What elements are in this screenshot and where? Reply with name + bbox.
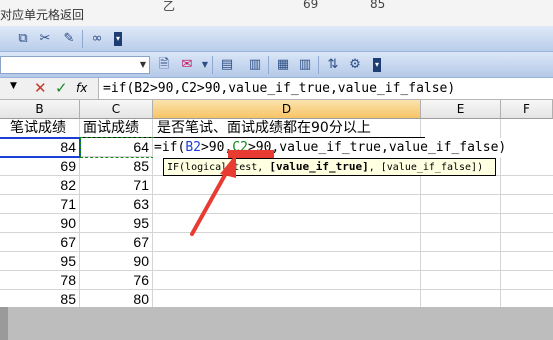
table-cell-b[interactable]: 85 xyxy=(0,290,79,307)
formatting-toolbar: ▼ 🗎 ✉ ▼ ▤ ▥ ▦ ▥ ⇅ ⚙ ▾ xyxy=(0,52,553,78)
table-cell-c[interactable]: 90 xyxy=(80,252,152,270)
annotation-arrow-icon xyxy=(190,154,236,236)
standard-toolbar: ⧉ ✂ ✎ ∞ ▾ xyxy=(0,26,553,52)
chart-icon[interactable]: ✎ xyxy=(60,30,78,48)
cancel-icon[interactable]: ✕ xyxy=(34,79,47,97)
name-box-dropdown-icon[interactable]: ▼ xyxy=(10,81,17,91)
table-cell-b[interactable]: 82 xyxy=(0,176,79,194)
table-cell-b[interactable]: 69 xyxy=(0,157,79,175)
format-painter-icon[interactable]: ✂ xyxy=(36,30,54,48)
reference-b2-highlight xyxy=(0,137,81,158)
copy-icon[interactable]: ⧉ xyxy=(14,30,32,48)
font-combo[interactable]: ▼ xyxy=(0,56,150,74)
list-icon[interactable]: ▤ xyxy=(218,56,236,74)
border-icon[interactable]: ▥ xyxy=(246,56,264,74)
table-cell-c[interactable]: 95 xyxy=(80,214,152,232)
column-header-e[interactable]: E xyxy=(421,100,501,119)
tools-icon[interactable]: ⚙ xyxy=(346,56,364,74)
sort-icon[interactable]: ⇅ xyxy=(324,56,342,74)
toolbar-options-icon[interactable]: ▾ xyxy=(114,32,122,46)
tooltip-current-arg[interactable]: [value_if_true] xyxy=(269,160,368,173)
table-cell-b[interactable]: 71 xyxy=(0,195,79,213)
enter-icon[interactable]: ✓ xyxy=(55,79,68,97)
table-cell-c[interactable]: 76 xyxy=(80,271,152,289)
align-icon[interactable]: ▦ xyxy=(274,56,292,74)
tooltip-suffix[interactable]: , [value_if_false]) xyxy=(369,162,483,173)
font-combo-arrow-icon[interactable]: ▼ xyxy=(137,57,149,73)
insert-function-icon[interactable]: fx xyxy=(76,81,87,95)
table-cell-b[interactable]: 67 xyxy=(0,233,79,251)
table-cell-c[interactable]: 63 xyxy=(80,195,152,213)
column-header-b[interactable]: B xyxy=(0,100,80,119)
column-header-c[interactable]: C xyxy=(80,100,153,119)
fragment-letter: 乙 xyxy=(163,0,176,13)
fragment-value-2: 85 xyxy=(370,0,386,11)
table-cell-b[interactable]: 78 xyxy=(0,271,79,289)
edit-suffix: >90,value_if_true,value_if_false) xyxy=(247,140,507,155)
sheet-tabs-bar xyxy=(0,307,553,340)
header-cell-c[interactable]: 面试成绩 xyxy=(83,119,153,137)
formula-input[interactable]: =if(B2>90,C2>90,value_if_true,value_if_f… xyxy=(98,78,553,99)
fragment-value-1: 69 xyxy=(303,0,319,11)
table-cell-c[interactable]: 67 xyxy=(80,233,152,251)
table-cell-b[interactable]: 90 xyxy=(0,214,79,232)
mail-icon[interactable]: ✉ xyxy=(178,56,196,74)
hyperlink-icon[interactable]: ∞ xyxy=(88,30,106,48)
table-cell-c[interactable]: 80 xyxy=(80,290,152,307)
document-icon[interactable]: 🗎 xyxy=(155,56,173,74)
sheet-nav-area xyxy=(0,307,8,340)
header-cell-d[interactable]: 是否笔试、面试成绩都在90分以上 xyxy=(157,119,425,137)
toolbar2-options-icon[interactable]: ▾ xyxy=(373,58,381,72)
columns-icon[interactable]: ▥ xyxy=(296,56,314,74)
column-header-f[interactable]: F xyxy=(501,100,553,119)
header-cell-b[interactable]: 笔试成绩 xyxy=(10,119,80,137)
table-cell-c[interactable]: 85 xyxy=(80,157,152,175)
table-cell-c[interactable]: 71 xyxy=(80,176,152,194)
table-cell-b[interactable]: 95 xyxy=(0,252,79,270)
tooltip-fragment-text: 对应单元格返回 xyxy=(0,8,85,22)
reference-c2-highlight xyxy=(80,137,154,158)
tooltip-fragment-strip: 对应单元格返回 乙 69 85 xyxy=(0,0,553,26)
column-header-d[interactable]: D xyxy=(153,100,421,119)
formula-bar: ▼ ✕ ✓ fx =if(B2>90,C2>90,value_if_true,v… xyxy=(0,78,553,100)
